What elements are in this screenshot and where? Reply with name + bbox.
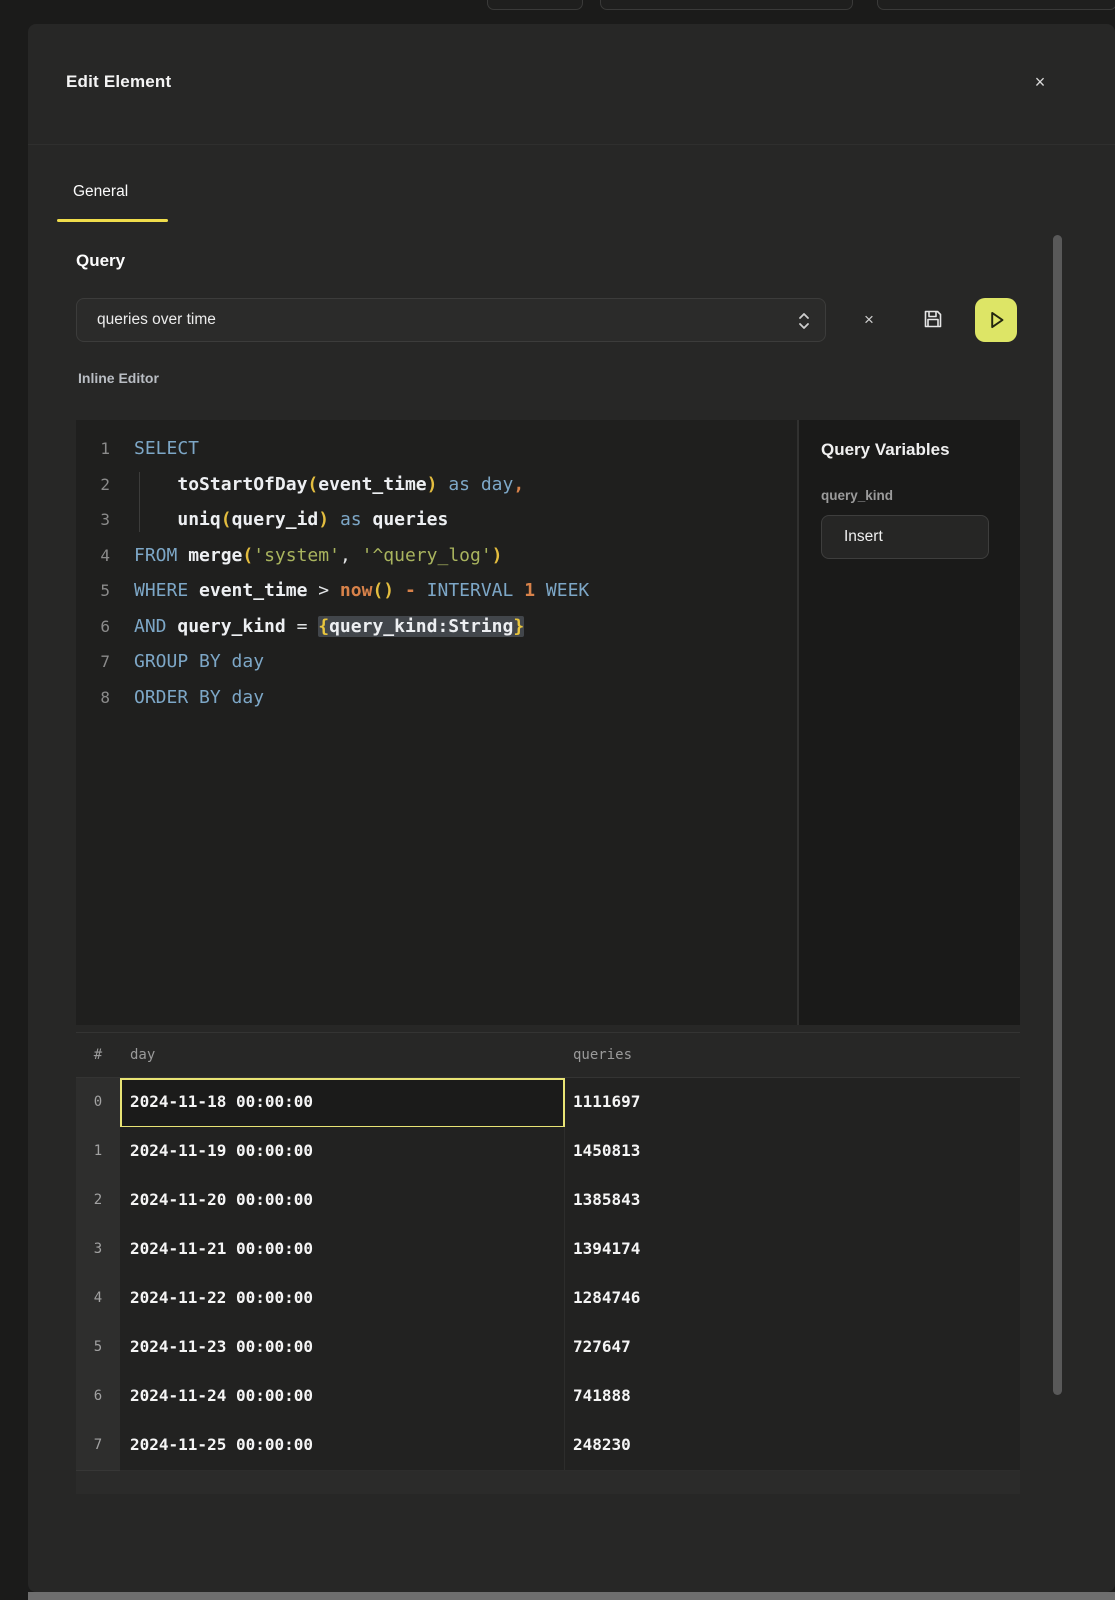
- line-number: 3: [76, 502, 110, 538]
- background-widget: [487, 0, 583, 10]
- code-line: 1 SELECT: [76, 431, 797, 467]
- table-body: 02024-11-18 00:00:00111169712024-11-19 0…: [76, 1078, 1020, 1470]
- code-line: 8 ORDER BY day: [76, 680, 797, 716]
- background-widget: [877, 0, 1115, 10]
- table-row: 52024-11-23 00:00:00727647: [76, 1323, 1020, 1372]
- tab-general[interactable]: General: [73, 183, 128, 201]
- code-text: GROUP BY day: [134, 644, 264, 680]
- row-index: 3: [76, 1225, 120, 1275]
- cell-day[interactable]: 2024-11-23 00:00:00: [120, 1323, 565, 1373]
- cell-day[interactable]: 2024-11-25 00:00:00: [120, 1421, 565, 1471]
- code-text: FROM merge('system', '^query_log'): [134, 538, 503, 574]
- code-line: 2 toStartOfDay(event_time) as day,: [76, 467, 797, 503]
- query-select[interactable]: queries over time: [76, 298, 826, 342]
- clear-query-icon[interactable]: ×: [855, 306, 883, 334]
- code-text: WHERE event_time > now() - INTERVAL 1 WE…: [134, 573, 589, 609]
- close-icon[interactable]: ×: [1026, 68, 1054, 96]
- cell-queries[interactable]: 1394174: [565, 1225, 1020, 1275]
- cell-queries[interactable]: 1284746: [565, 1274, 1020, 1324]
- cell-queries[interactable]: 741888: [565, 1372, 1020, 1422]
- row-index: 1: [76, 1127, 120, 1177]
- code-text: AND query_kind = {query_kind:String}: [134, 609, 524, 645]
- code-text: ORDER BY day: [134, 680, 264, 716]
- line-number: 1: [76, 431, 110, 467]
- code-line: 6 AND query_kind = {query_kind:String}: [76, 609, 797, 645]
- row-index: 4: [76, 1274, 120, 1324]
- line-number: 6: [76, 609, 110, 645]
- code-text: SELECT: [134, 431, 199, 467]
- cell-queries[interactable]: 1450813: [565, 1127, 1020, 1177]
- row-index: 2: [76, 1176, 120, 1226]
- inline-editor-label: Inline Editor: [78, 370, 159, 386]
- sql-editor: 1SELECT2 toStartOfDay(event_time) as day…: [76, 420, 1020, 1025]
- save-icon[interactable]: [913, 300, 953, 340]
- cell-day[interactable]: 2024-11-18 00:00:00: [120, 1078, 565, 1128]
- row-index: 5: [76, 1323, 120, 1373]
- modal-scrollbar[interactable]: [1053, 235, 1062, 1395]
- column-header-queries: queries: [565, 1033, 1020, 1077]
- code-text: toStartOfDay(event_time) as day,: [134, 467, 524, 503]
- cell-day[interactable]: 2024-11-22 00:00:00: [120, 1274, 565, 1324]
- code-line: 4 FROM merge('system', '^query_log'): [76, 538, 797, 574]
- table-row: 02024-11-18 00:00:001111697: [76, 1078, 1020, 1127]
- table-row: 42024-11-22 00:00:001284746: [76, 1274, 1020, 1323]
- modal-header: Edit Element ×: [28, 24, 1115, 145]
- cell-day[interactable]: 2024-11-21 00:00:00: [120, 1225, 565, 1275]
- line-number: 7: [76, 644, 110, 680]
- table-row: 72024-11-25 00:00:00248230: [76, 1421, 1020, 1470]
- table-row: 12024-11-19 00:00:001450813: [76, 1127, 1020, 1176]
- line-number: 8: [76, 680, 110, 716]
- code-text: uniq(query_id) as queries: [134, 502, 448, 538]
- background-widget: [600, 0, 853, 10]
- table-row: 22024-11-20 00:00:001385843: [76, 1176, 1020, 1225]
- modal-title: Edit Element: [66, 72, 171, 92]
- code-line: 3 uniq(query_id) as queries: [76, 502, 797, 538]
- cell-queries[interactable]: 1385843: [565, 1176, 1020, 1226]
- code-line: 5 WHERE event_time > now() - INTERVAL 1 W…: [76, 573, 797, 609]
- query-select-value: queries over time: [97, 299, 216, 341]
- query-variable-token: {query_kind:String}: [318, 616, 524, 637]
- edit-element-modal: Edit Element × General Query queries ove…: [28, 24, 1115, 1592]
- query-variables-heading: Query Variables: [821, 440, 998, 460]
- variable-name: query_kind: [821, 488, 998, 503]
- cell-queries[interactable]: 248230: [565, 1421, 1020, 1471]
- query-variables-panel: Query Variables query_kind Insert: [799, 420, 1020, 1025]
- row-index: 0: [76, 1078, 120, 1128]
- line-number: 5: [76, 573, 110, 609]
- results-table: #dayqueries 02024-11-18 00:00:0011116971…: [76, 1032, 1020, 1494]
- code-editor-pane[interactable]: 1SELECT2 toStartOfDay(event_time) as day…: [76, 420, 797, 1025]
- cell-queries[interactable]: 727647: [565, 1323, 1020, 1373]
- page-bottom-edge: [28, 1592, 1115, 1600]
- line-number: 2: [76, 467, 110, 503]
- chevron-updown-icon: [797, 311, 811, 336]
- cell-queries[interactable]: 1111697: [565, 1078, 1020, 1128]
- tab-active-underline: [57, 219, 168, 222]
- cell-day[interactable]: 2024-11-24 00:00:00: [120, 1372, 565, 1422]
- cell-day[interactable]: 2024-11-19 00:00:00: [120, 1127, 565, 1177]
- insert-variable-button[interactable]: Insert: [821, 515, 989, 559]
- indent-guide: [139, 472, 140, 532]
- cell-day[interactable]: 2024-11-20 00:00:00: [120, 1176, 565, 1226]
- row-index: 6: [76, 1372, 120, 1422]
- code-line: 7 GROUP BY day: [76, 644, 797, 680]
- column-header-index: #: [76, 1033, 120, 1077]
- table-row: 32024-11-21 00:00:001394174: [76, 1225, 1020, 1274]
- line-number: 4: [76, 538, 110, 574]
- table-footer: [76, 1470, 1020, 1494]
- table-header-row: #dayqueries: [76, 1032, 1020, 1078]
- query-section-heading: Query: [76, 251, 125, 271]
- row-index: 7: [76, 1421, 120, 1471]
- run-query-button[interactable]: [975, 298, 1017, 342]
- table-row: 62024-11-24 00:00:00741888: [76, 1372, 1020, 1421]
- column-header-day: day: [120, 1033, 565, 1077]
